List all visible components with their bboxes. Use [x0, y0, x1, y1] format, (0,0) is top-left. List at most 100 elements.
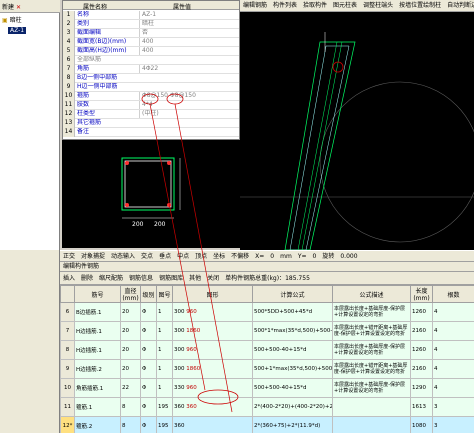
- table-row[interactable]: 9 H边插筋.2 20 Φ 1 300 1860 500+1*max(35*d,500)+5…: [60, 359, 474, 379]
- new-button[interactable]: 新建: [2, 4, 14, 11]
- cell-shape[interactable]: 360: [172, 416, 253, 433]
- property-row[interactable]: 9 H边一侧中部筋: [63, 83, 239, 92]
- table-column-header[interactable]: 直径(mm): [120, 285, 141, 303]
- cell-figure[interactable]: 195: [156, 416, 173, 433]
- property-row[interactable]: 13 其它箍筋: [63, 119, 239, 128]
- cell-diameter[interactable]: 8: [120, 397, 141, 417]
- property-row[interactable]: 3 截面编辑 否: [63, 29, 239, 38]
- cell-formula[interactable]: 500+500-40+15*d: [252, 340, 333, 360]
- property-row[interactable]: 14 备注: [63, 128, 239, 137]
- main-toolbar-button[interactable]: 按墙位置绘制柱: [399, 0, 441, 11]
- snap-toggle[interactable]: 正交: [63, 251, 75, 261]
- cell-bar-name[interactable]: H边插筋.1: [74, 340, 121, 360]
- edit-toolbar-button[interactable]: 删除: [81, 272, 93, 284]
- cell-grade[interactable]: Φ: [140, 359, 157, 379]
- property-row[interactable]: 4 截面宽(B边)(mm) 400: [63, 38, 239, 47]
- cell-formula-desc[interactable]: [332, 416, 411, 433]
- property-value[interactable]: Φ8@150 Φ8@150: [139, 92, 235, 100]
- cell-bar-name[interactable]: 箍筋.1: [74, 397, 121, 417]
- cell-shape[interactable]: 300 960: [172, 340, 253, 360]
- cell-formula-desc[interactable]: 本层露出长度+基础厚度-保护层+计算设置设定的弯折: [332, 340, 411, 360]
- property-value[interactable]: 否: [139, 29, 235, 37]
- snap-toggle[interactable]: 中点: [177, 251, 189, 261]
- snap-x-value[interactable]: 0: [270, 251, 274, 261]
- edit-toolbar-button[interactable]: 其他: [189, 272, 201, 284]
- cell-formula[interactable]: 2*(360+75)+2*(11.9*d): [252, 416, 333, 433]
- cell-bar-name[interactable]: 箍筋.2: [74, 416, 121, 433]
- cell-count[interactable]: 4: [432, 340, 474, 360]
- cell-figure[interactable]: 1: [156, 340, 173, 360]
- cell-bar-name[interactable]: H边插筋.1: [74, 321, 121, 341]
- cell-formula-desc[interactable]: 本层露出长度+基础厚度-保护层+计算设置设定的弯折: [332, 302, 411, 322]
- cell-figure[interactable]: 1: [156, 359, 173, 379]
- edit-toolbar-button[interactable]: 关闭: [207, 272, 219, 284]
- cell-shape[interactable]: 300 1860: [172, 359, 253, 379]
- cell-shape[interactable]: 330 960: [172, 378, 253, 398]
- snap-y-value[interactable]: 0: [313, 251, 317, 261]
- table-row[interactable]: 6 B边插筋.1 20 Φ 1 300 960 500*5DD+500+45*d 本层露出长度…: [60, 302, 474, 322]
- snap-toggle[interactable]: 坐标: [213, 251, 225, 261]
- cell-count[interactable]: 3: [432, 397, 474, 417]
- cell-formula-desc[interactable]: 本层露出长度+错开距离+基础厚度-保护层+计算设置设定的弯折: [332, 321, 411, 341]
- cell-length[interactable]: 2160: [410, 359, 433, 379]
- table-column-header[interactable]: 图形: [172, 285, 253, 303]
- cell-formula[interactable]: 500+1*max(35*d,500)+500-40+15*d: [252, 359, 333, 379]
- snap-toggle[interactable]: 不偏移: [231, 251, 249, 261]
- property-row[interactable]: 12 柱类型 (中柱): [63, 110, 239, 119]
- cell-length[interactable]: 2160: [410, 321, 433, 341]
- cell-diameter[interactable]: 20: [120, 340, 141, 360]
- cell-diameter[interactable]: 20: [120, 359, 141, 379]
- property-row[interactable]: 1 名称 AZ-1: [63, 11, 239, 20]
- cell-formula[interactable]: 2*(400-2*20)+(400-2*20)+2*(11.9*d): [252, 397, 333, 417]
- property-value[interactable]: AZ-1: [139, 11, 235, 19]
- property-row[interactable]: 7 角筋 4Φ22: [63, 65, 239, 74]
- cell-shape[interactable]: 360 360: [172, 397, 253, 417]
- cell-figure[interactable]: 1: [156, 302, 173, 322]
- cell-formula-desc[interactable]: [332, 397, 411, 417]
- cell-bar-name[interactable]: H边插筋.2: [74, 359, 121, 379]
- edit-toolbar-button[interactable]: 钢筋信息: [129, 272, 153, 284]
- table-column-header[interactable]: 公式描述: [332, 285, 411, 303]
- property-value[interactable]: (中柱): [139, 110, 235, 118]
- cell-diameter[interactable]: 20: [120, 302, 141, 322]
- cell-length[interactable]: 1080: [410, 416, 433, 433]
- property-row[interactable]: 2 类别 暗柱: [63, 20, 239, 29]
- table-column-header[interactable]: 级别: [140, 285, 157, 303]
- table-row[interactable]: 10 角筋插筋.1 22 Φ 1 330 960 500+500-40+15*d 本层露出长度…: [60, 378, 474, 398]
- cell-bar-name[interactable]: 角筋插筋.1: [74, 378, 121, 398]
- snap-toggle[interactable]: 顶点: [195, 251, 207, 261]
- cell-bar-name[interactable]: B边插筋.1: [74, 302, 121, 322]
- cell-count[interactable]: 4: [432, 378, 474, 398]
- cell-count[interactable]: 3: [432, 416, 474, 433]
- cell-grade[interactable]: Φ: [140, 340, 157, 360]
- edit-toolbar-button[interactable]: 钢筋图库: [159, 272, 183, 284]
- cell-formula-desc[interactable]: 本层露出长度+基础厚度-保护层+计算设置设定的弯折: [332, 378, 411, 398]
- cell-grade[interactable]: Φ: [140, 397, 157, 417]
- main-toolbar-button[interactable]: 调整柱端头: [363, 0, 393, 11]
- cell-shape[interactable]: 300 960: [172, 302, 253, 322]
- property-row[interactable]: 10 箍筋 Φ8@150 Φ8@150: [63, 92, 239, 101]
- cell-formula-desc[interactable]: 本层露出长度+错开距离+基础厚度-保护层+计算设置设定的弯折: [332, 359, 411, 379]
- snap-toggle[interactable]: 垂点: [159, 251, 171, 261]
- property-value[interactable]: 400: [139, 47, 235, 55]
- cell-diameter[interactable]: 22: [120, 378, 141, 398]
- table-row[interactable]: 8 H边插筋.1 20 Φ 1 300 960 500+500-40+15*d 本层露出长度+…: [60, 340, 474, 360]
- table-column-header[interactable]: 根数: [432, 285, 474, 303]
- cell-length[interactable]: 1290: [410, 378, 433, 398]
- property-row[interactable]: 8 B边一侧中部筋: [63, 74, 239, 83]
- cell-diameter[interactable]: 8: [120, 416, 141, 433]
- cell-length[interactable]: 1613: [410, 397, 433, 417]
- cell-length[interactable]: 1260: [410, 302, 433, 322]
- snap-toggle[interactable]: 对象捕捉: [81, 251, 105, 261]
- cell-count[interactable]: 4: [432, 359, 474, 379]
- tree-node-az1[interactable]: AZ-1: [8, 26, 27, 35]
- cell-count[interactable]: 4: [432, 321, 474, 341]
- edit-toolbar-button[interactable]: 缩尺配筋: [99, 272, 123, 284]
- cell-length[interactable]: 1260: [410, 340, 433, 360]
- property-row[interactable]: 11 肢数 4*4: [63, 101, 239, 110]
- table-column-header[interactable]: 长度(mm): [410, 285, 433, 303]
- main-toolbar-button[interactable]: 构件列表: [273, 0, 297, 11]
- property-row[interactable]: 6 全部纵筋: [63, 56, 239, 65]
- cell-figure[interactable]: 195: [156, 397, 173, 417]
- main-toolbar-button[interactable]: 拾取构件: [303, 0, 327, 11]
